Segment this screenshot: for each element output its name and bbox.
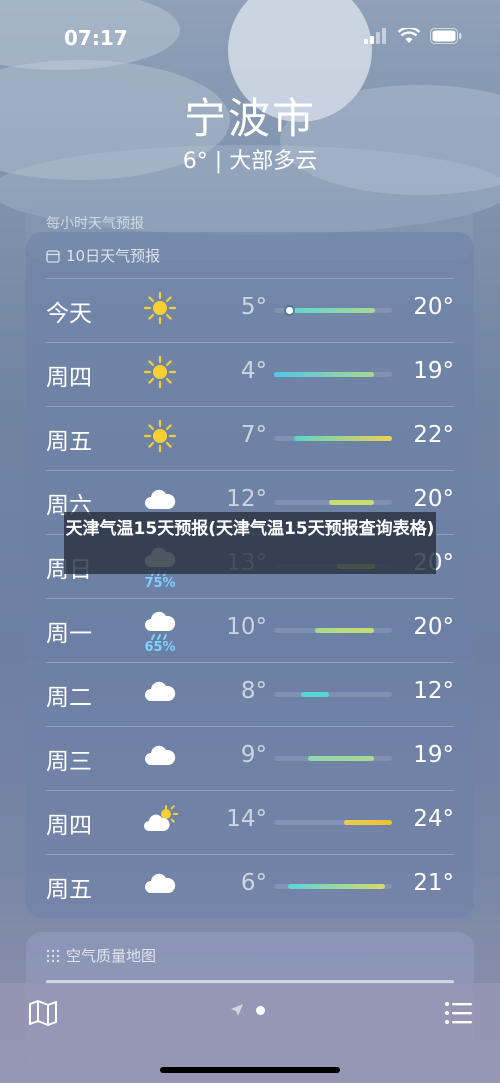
hourly-forecast-title: 每小时天气预报 [46, 216, 144, 232]
forecast-day: 周五 [46, 877, 92, 903]
cloud-sun-icon [142, 802, 178, 838]
row-divider [46, 726, 454, 727]
temperature-range-bar [274, 436, 392, 441]
page-indicator[interactable] [230, 1003, 265, 1017]
overlay-caption: 天津气温15天预报(天津气温15天预报查询表格) [64, 512, 436, 574]
temperature-range-fill [315, 628, 374, 633]
ten-day-forecast-header: 10日天气预报 [46, 245, 160, 266]
row-divider [46, 662, 454, 663]
list-icon[interactable] [444, 1001, 472, 1025]
temperature-range-fill [301, 692, 329, 697]
forecast-day: 周一 [46, 621, 92, 647]
location-arrow-icon [231, 1004, 243, 1016]
forecast-day: 周四 [46, 813, 92, 839]
row-divider [46, 790, 454, 791]
forecast-low: 7° [240, 422, 267, 448]
cloud-icon [142, 738, 178, 774]
forecast-high: 21° [413, 870, 454, 896]
temperature-range-fill [294, 436, 392, 441]
status-icons [364, 28, 462, 44]
forecast-high: 12° [413, 678, 454, 704]
precipitation-chance: 75% [144, 576, 176, 591]
forecast-day: 周三 [46, 749, 92, 775]
current-temperature-dot [286, 307, 293, 314]
ten-day-forecast-card[interactable]: 10日天气预报 今天5°20°周四4°19°周五7°22°周六12°20°周日7… [26, 232, 474, 918]
temperature-range-bar [274, 307, 392, 314]
dots-grid-icon [46, 949, 60, 962]
temperature-range-fill [286, 308, 375, 313]
map-icon[interactable] [28, 999, 58, 1027]
calendar-icon [46, 249, 60, 263]
temperature-range-bar [274, 628, 392, 633]
temperature-range-bar [274, 500, 392, 505]
forecast-row[interactable]: 周一 65% 10° 20° [26, 598, 474, 662]
forecast-row[interactable]: 周五 6° 21° [26, 854, 474, 918]
forecast-row[interactable]: 周三 9° 19° [26, 726, 474, 790]
temperature-range-fill [274, 372, 374, 377]
current-summary: 6° | 大部多云 [182, 149, 318, 174]
row-divider [46, 470, 454, 471]
temperature-range-fill [288, 884, 385, 889]
forecast-row[interactable]: 周四 14° 24° [26, 790, 474, 854]
sun-icon [142, 290, 178, 326]
temperature-range-fill [344, 820, 392, 825]
forecast-low: 9° [240, 742, 267, 768]
forecast-day: 今天 [46, 301, 92, 327]
temperature-range-bar [274, 756, 392, 761]
page-dot-active [256, 1005, 265, 1015]
forecast-row[interactable]: 今天 5° 20° [26, 278, 474, 342]
status-time: 07:17 [64, 26, 128, 50]
precipitation-chance: 65% [144, 640, 176, 655]
forecast-day: 周五 [46, 429, 92, 455]
temperature-range-bar [274, 692, 392, 697]
row-divider [46, 278, 454, 279]
forecast-high: 20° [413, 294, 454, 320]
forecast-high: 20° [413, 614, 454, 640]
forecast-low: 4° [240, 358, 267, 384]
row-divider [46, 342, 454, 343]
row-divider [46, 598, 454, 599]
forecast-high: 19° [413, 358, 454, 384]
forecast-low: 14° [226, 806, 267, 832]
forecast-low: 12° [226, 486, 267, 512]
temperature-range-fill [308, 756, 374, 761]
ten-day-forecast-title: 10日天气预报 [66, 247, 161, 265]
forecast-row[interactable]: 周五 7° 22° [26, 406, 474, 470]
forecast-low: 10° [226, 614, 267, 640]
forecast-high: 19° [413, 742, 454, 768]
forecast-day: 周四 [46, 365, 92, 391]
home-indicator [160, 1067, 340, 1073]
forecast-low: 5° [240, 294, 267, 320]
forecast-day: 周二 [46, 685, 92, 711]
forecast-high: 24° [413, 806, 454, 832]
status-bar: 07:17 [0, 24, 500, 54]
bottom-toolbar [0, 983, 500, 1083]
forecast-high: 22° [413, 422, 454, 448]
battery-icon [430, 28, 462, 44]
sun-icon [142, 354, 178, 390]
forecast-row[interactable]: 周二 8° 12° [26, 662, 474, 726]
signal-icon [364, 28, 386, 44]
cloud-icon [142, 674, 178, 710]
city-name: 宁波市 [183, 94, 316, 143]
row-divider [46, 854, 454, 855]
air-quality-title: 空气质量地图 [66, 947, 157, 965]
forecast-row[interactable]: 周四 4° 19° [26, 342, 474, 406]
row-divider [46, 406, 454, 407]
cloud-icon [142, 866, 178, 902]
temperature-range-bar [274, 820, 392, 825]
location-header: 宁波市 6° | 大部多云 [0, 92, 500, 178]
forecast-high: 20° [413, 486, 454, 512]
temperature-range-fill [329, 500, 374, 505]
air-quality-header: 空气质量地图 [46, 945, 156, 966]
temperature-range-bar [274, 884, 392, 889]
wifi-icon [398, 28, 420, 43]
sun-icon [142, 418, 178, 454]
forecast-low: 8° [240, 678, 267, 704]
temperature-range-bar [274, 372, 392, 377]
forecast-low: 6° [240, 870, 267, 896]
